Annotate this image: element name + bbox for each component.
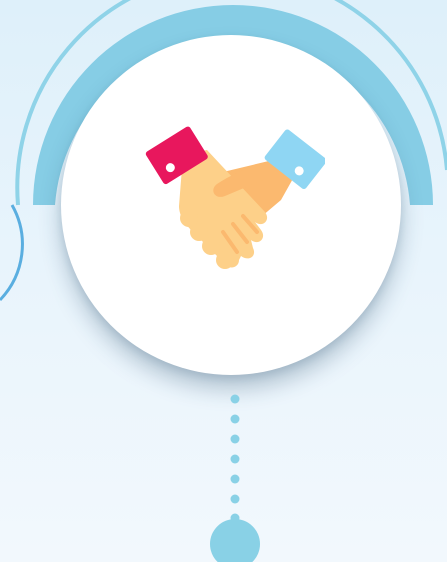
stage xyxy=(0,0,447,562)
handshake-icon xyxy=(145,126,325,269)
left-arc xyxy=(0,204,24,302)
